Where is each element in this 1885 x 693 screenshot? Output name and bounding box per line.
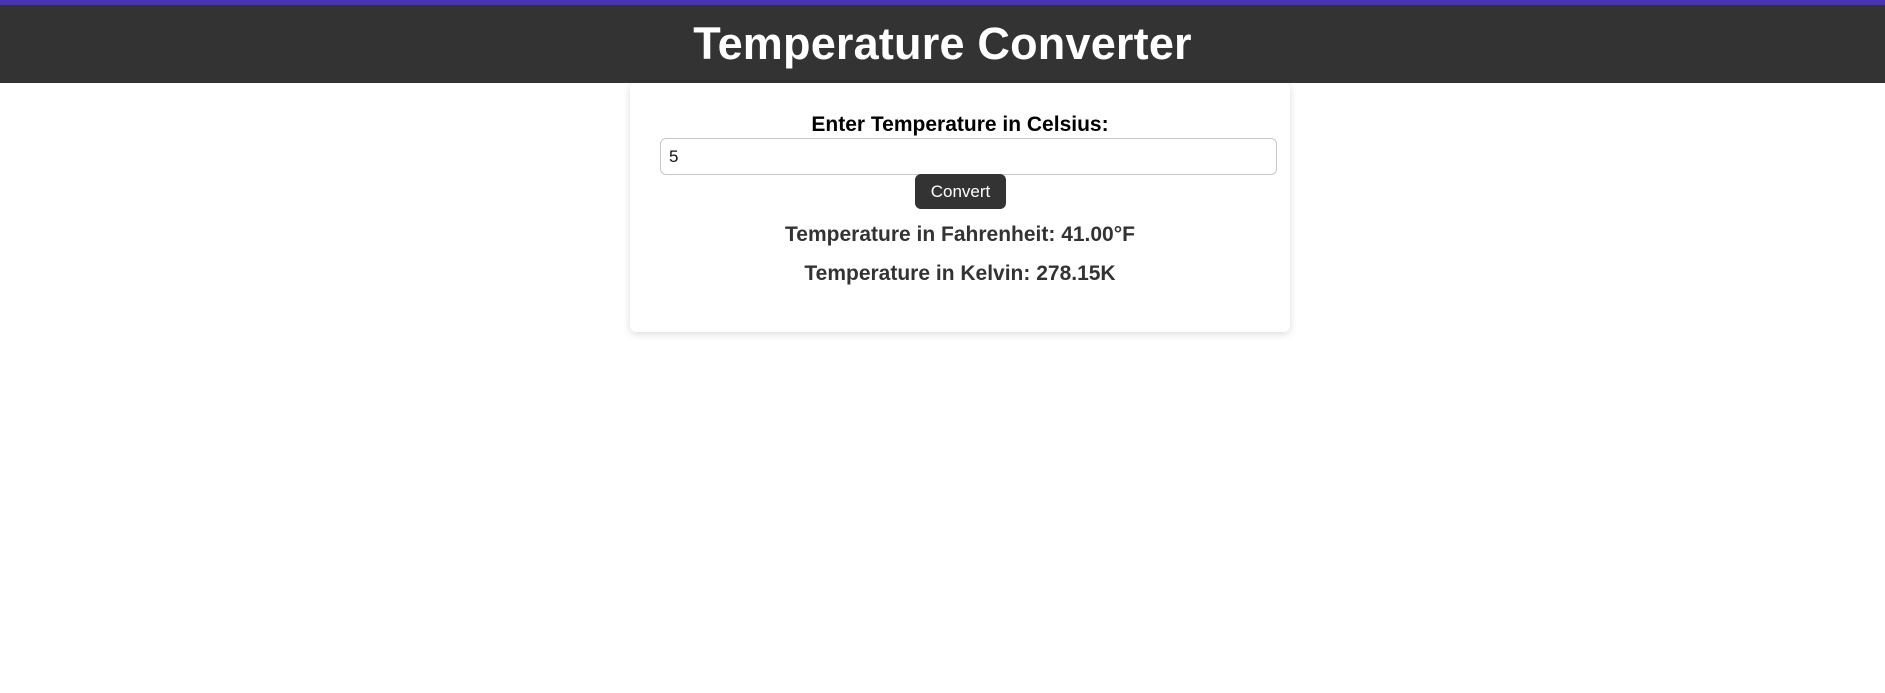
converter-card: Enter Temperature in Celsius: Convert Te… [630, 83, 1290, 332]
convert-button[interactable]: Convert [915, 174, 1006, 209]
kelvin-result: Temperature in Kelvin: 278.15K [804, 262, 1116, 285]
page-title: Temperature Converter [693, 18, 1192, 69]
page-header: Temperature Converter [0, 5, 1885, 83]
celsius-label: Enter Temperature in Celsius: [811, 113, 1109, 136]
fahrenheit-result: Temperature in Fahrenheit: 41.00°F [785, 223, 1135, 246]
celsius-input[interactable] [660, 138, 1277, 175]
